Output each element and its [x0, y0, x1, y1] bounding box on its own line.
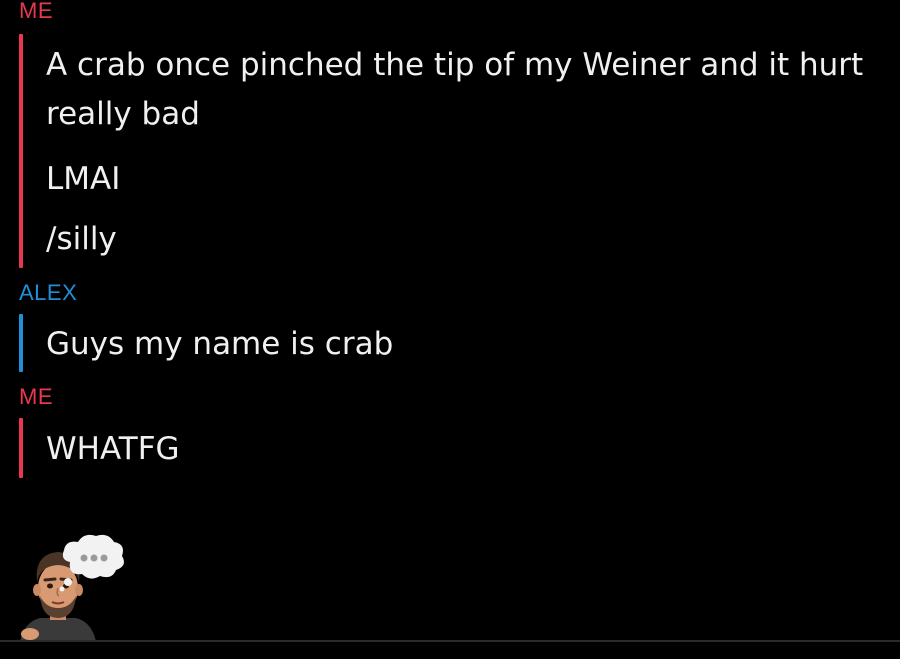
sender-label: ME: [19, 0, 53, 23]
thought-bubble-icon: [59, 534, 124, 592]
sender-bar: [19, 314, 23, 372]
message-text[interactable]: A crab once pinched the tip of my Weiner…: [46, 41, 886, 139]
message-text[interactable]: Guys my name is crab: [46, 320, 886, 369]
sender-bar: [19, 418, 23, 478]
typing-indicator: [18, 532, 128, 642]
message-text[interactable]: LMAI: [46, 155, 886, 204]
sender-label: ME: [19, 384, 53, 409]
composer-area[interactable]: [0, 642, 900, 659]
sender-label: ALEX: [19, 280, 78, 305]
sender-bar: [19, 34, 23, 268]
message-text[interactable]: /silly: [46, 215, 886, 264]
message-text[interactable]: WHATFG: [46, 425, 886, 474]
